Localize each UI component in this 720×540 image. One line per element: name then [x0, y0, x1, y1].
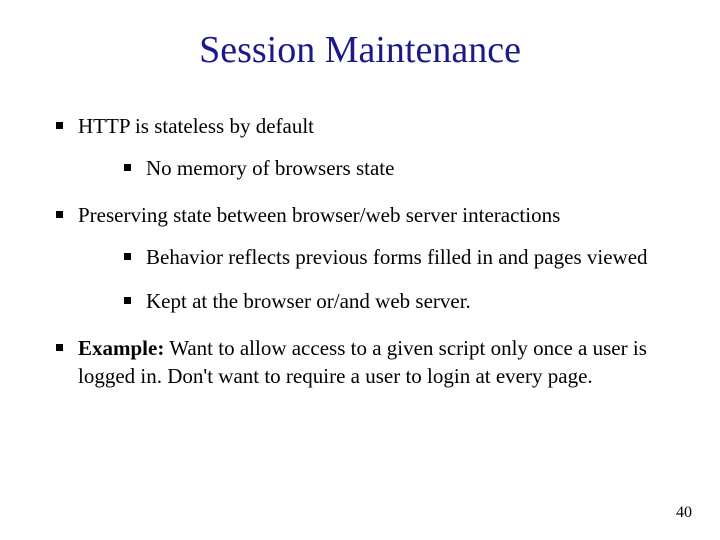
bullet-text: Preserving state between browser/web ser… — [78, 203, 560, 227]
list-item: No memory of browsers state — [118, 154, 670, 182]
bullet-text: HTTP is stateless by default — [78, 114, 314, 138]
sub-list: Behavior reflects previous forms filled … — [118, 243, 670, 316]
bullet-text: Behavior reflects previous forms filled … — [146, 245, 648, 269]
slide-title: Session Maintenance — [50, 28, 670, 72]
slide: Session Maintenance HTTP is stateless by… — [0, 0, 720, 540]
list-item: Preserving state between browser/web ser… — [50, 201, 670, 316]
bullet-text: No memory of browsers state — [146, 156, 394, 180]
list-item: Kept at the browser or/and web server. — [118, 287, 670, 315]
bullet-text: Want to allow access to a given script o… — [78, 336, 647, 388]
bullet-list: HTTP is stateless by default No memory o… — [50, 112, 670, 390]
page-number: 40 — [676, 504, 692, 522]
bullet-text: Kept at the browser or/and web server. — [146, 289, 471, 313]
list-item: Behavior reflects previous forms filled … — [118, 243, 670, 271]
list-item: HTTP is stateless by default No memory o… — [50, 112, 670, 183]
sub-list: No memory of browsers state — [118, 154, 670, 182]
bullet-lead: Example: — [78, 336, 164, 360]
list-item: Example: Want to allow access to a given… — [50, 334, 670, 391]
